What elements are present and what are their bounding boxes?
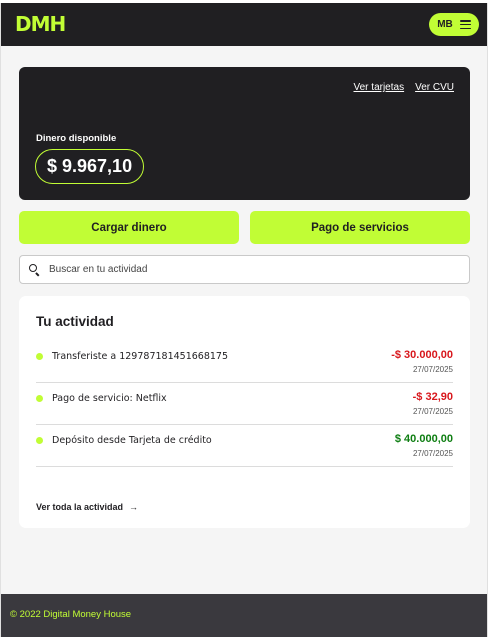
page-footer: © 2022 Digital Money House bbox=[1, 594, 487, 637]
activity-amount: -$ 32,90 bbox=[412, 391, 453, 403]
brand-logo[interactable]: DMH bbox=[15, 14, 66, 34]
activity-description: Transferiste a 129787181451668175 bbox=[52, 351, 229, 362]
activity-card: Tu actividad Transferiste a 129787181451… bbox=[19, 296, 470, 528]
activity-date: 27/07/2025 bbox=[412, 407, 453, 416]
activity-date: 27/07/2025 bbox=[412, 365, 453, 374]
activity-list: Transferiste a 129787181451668175 -$ 30.… bbox=[36, 341, 453, 467]
app-frame: DMH MB Ver tarjetas Ver CVU Dinero dispo… bbox=[0, 3, 488, 637]
balance-card: Ver tarjetas Ver CVU Dinero disponible $… bbox=[19, 67, 470, 200]
activity-dot-icon bbox=[36, 437, 43, 444]
user-initials: MB bbox=[437, 19, 453, 30]
load-money-button[interactable]: Cargar dinero bbox=[19, 211, 239, 244]
hamburger-menu-icon bbox=[459, 20, 471, 29]
search-icon bbox=[29, 263, 41, 276]
arrow-right-icon: → bbox=[129, 502, 139, 512]
activity-title: Tu actividad bbox=[36, 314, 114, 329]
activity-amount: $ 40.000,00 bbox=[394, 433, 453, 445]
top-header: DMH MB bbox=[1, 3, 487, 46]
search-input[interactable] bbox=[49, 264, 469, 275]
balance-amount: $ 9.967,10 bbox=[35, 149, 145, 184]
activity-row[interactable]: Pago de servicio: Netflix -$ 32,90 27/07… bbox=[36, 383, 453, 425]
activity-description: Depósito desde Tarjeta de crédito bbox=[52, 435, 212, 446]
activity-dot-icon bbox=[36, 353, 43, 360]
view-cvu-link[interactable]: Ver CVU bbox=[415, 82, 454, 93]
view-all-label: Ver toda la actividad bbox=[36, 502, 124, 512]
activity-description: Pago de servicio: Netflix bbox=[52, 393, 167, 404]
activity-row[interactable]: Transferiste a 129787181451668175 -$ 30.… bbox=[36, 341, 453, 383]
card-links: Ver tarjetas Ver CVU bbox=[354, 82, 455, 93]
user-menu-button[interactable]: MB bbox=[429, 13, 479, 36]
search-bar[interactable] bbox=[19, 255, 470, 284]
activity-row[interactable]: Depósito desde Tarjeta de crédito $ 40.0… bbox=[36, 425, 453, 467]
view-all-activity-link[interactable]: Ver toda la actividad → bbox=[36, 502, 138, 512]
activity-dot-icon bbox=[36, 395, 43, 402]
balance-label: Dinero disponible bbox=[36, 133, 117, 144]
activity-date: 27/07/2025 bbox=[412, 449, 453, 458]
view-cards-link[interactable]: Ver tarjetas bbox=[354, 82, 405, 93]
footer-copyright: © 2022 Digital Money House bbox=[10, 609, 132, 620]
pay-services-button[interactable]: Pago de servicios bbox=[250, 211, 470, 244]
activity-amount: -$ 30.000,00 bbox=[391, 349, 453, 361]
